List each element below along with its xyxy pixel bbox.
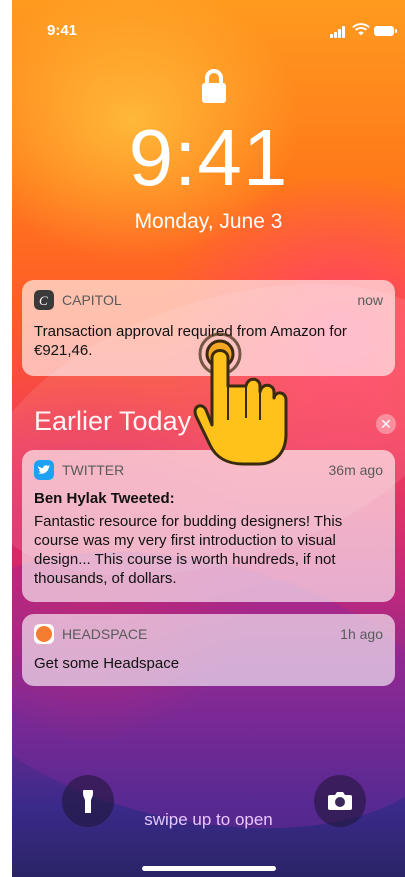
notification-app-name: TWITTER xyxy=(62,462,125,478)
notification-title: Ben Hylak Tweeted: xyxy=(34,490,175,507)
status-bar: 9:41 xyxy=(12,0,405,60)
notification-headspace[interactable]: HEADSPACE 1h ago Get some Headspace xyxy=(22,614,395,686)
lock-icon xyxy=(202,69,226,103)
notification-app-name: HEADSPACE xyxy=(62,626,148,642)
close-icon[interactable]: ✕ xyxy=(376,414,396,434)
twitter-app-icon xyxy=(34,460,54,480)
notification-time: 1h ago xyxy=(340,626,383,642)
battery-icon xyxy=(374,26,397,36)
earlier-today-heading: Earlier Today xyxy=(34,406,192,436)
notification-body: Get some Headspace xyxy=(34,655,180,672)
notification-time: now xyxy=(357,292,383,308)
status-time: 9:41 xyxy=(47,22,78,39)
notification-header: HEADSPACE 1h ago xyxy=(34,624,383,646)
swipe-up-hint: swipe up to open xyxy=(144,810,273,829)
notification-twitter[interactable]: TWITTER 36m ago Ben Hylak Tweeted: Fanta… xyxy=(22,450,395,602)
wifi-icon xyxy=(352,23,370,36)
capitol-app-icon: C xyxy=(34,290,54,310)
lock-screen: 9:41 9:41 Monday, June 3 C CAPITOL now T… xyxy=(12,0,405,877)
tap-hand-icon xyxy=(193,332,288,466)
notification-time: 36m ago xyxy=(328,462,383,478)
notification-app-name: CAPITOL xyxy=(62,292,122,308)
lock-time: 9:41 xyxy=(128,113,289,202)
svg-text:C: C xyxy=(39,293,48,308)
home-indicator[interactable] xyxy=(142,866,276,871)
headspace-app-icon xyxy=(34,624,54,644)
lock-date: Monday, June 3 xyxy=(134,210,283,233)
notification-header: C CAPITOL now xyxy=(34,290,383,312)
signal-icon xyxy=(330,26,348,38)
notification-body: Fantastic resource for budding designers… xyxy=(34,513,343,587)
